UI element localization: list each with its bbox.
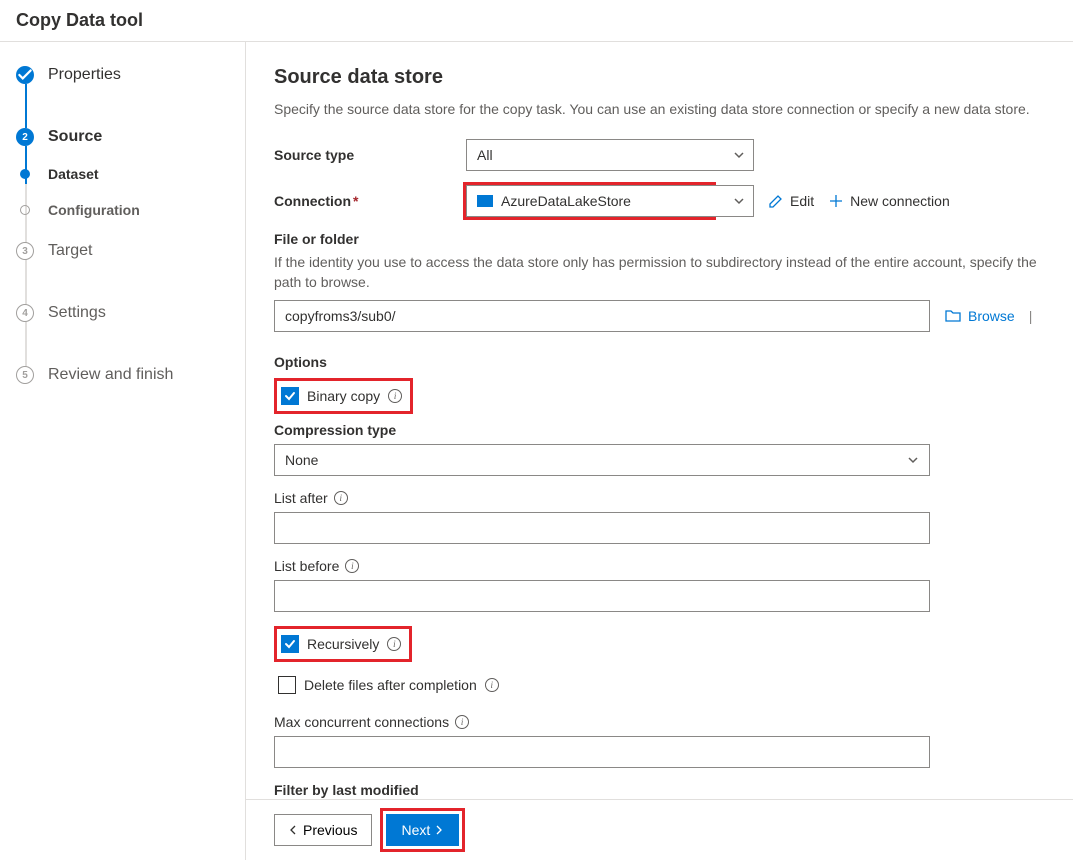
wizard-footer: Previous Next: [246, 799, 1073, 860]
dot-icon: [20, 169, 30, 179]
compression-type-group: Compression type None: [274, 422, 1045, 476]
main-panel: Source data store Specify the source dat…: [246, 42, 1073, 799]
recursively-checkbox[interactable]: [281, 635, 299, 653]
max-conn-input[interactable]: [274, 736, 930, 768]
max-conn-label: Max concurrent connections i: [274, 714, 1045, 730]
check-icon: [284, 390, 296, 402]
step-settings[interactable]: 4 Settings: [16, 304, 229, 322]
filter-group: Filter by last modified Start time (UTC)…: [274, 782, 1045, 799]
step-label: Source: [48, 128, 102, 146]
previous-button[interactable]: Previous: [274, 814, 372, 846]
section-description: Specify the source data store for the co…: [274, 101, 1045, 117]
folder-icon: [944, 307, 962, 325]
options-label: Options: [274, 354, 1045, 370]
connection-select[interactable]: AzureDataLakeStore: [466, 185, 754, 217]
substep-label: Configuration: [48, 202, 140, 218]
info-icon[interactable]: i: [455, 715, 469, 729]
file-or-folder-label: File or folder: [274, 231, 1045, 247]
source-type-row: Source type All: [274, 139, 1045, 171]
wizard-sidebar: Properties 2 Source Dataset Configuratio…: [0, 42, 246, 860]
chevron-left-icon: [289, 825, 299, 835]
delete-after-checkbox-row: Delete files after completion i: [274, 670, 507, 700]
step-number-icon: 3: [16, 242, 34, 260]
recursively-label: Recursively: [307, 636, 379, 652]
substep-label: Dataset: [48, 166, 99, 182]
source-type-label: Source type: [274, 147, 466, 163]
step-source[interactable]: 2 Source: [16, 128, 229, 146]
new-connection-button[interactable]: New connection: [828, 193, 950, 209]
source-type-select[interactable]: All: [466, 139, 754, 171]
step-properties[interactable]: Properties: [16, 66, 229, 84]
file-or-folder-help: If the identity you use to access the da…: [274, 253, 1045, 292]
info-icon[interactable]: i: [388, 389, 402, 403]
file-or-folder-group: File or folder If the identity you use t…: [274, 231, 1045, 332]
connection-label: Connection*: [274, 193, 466, 209]
step-label: Review and finish: [48, 366, 173, 384]
datalake-icon: [477, 195, 493, 207]
step-review[interactable]: 5 Review and finish: [16, 366, 229, 384]
info-icon[interactable]: i: [345, 559, 359, 573]
select-value: All: [477, 147, 493, 163]
connection-row: Connection* AzureDataLakeStore Edit New …: [274, 185, 1045, 217]
list-after-input[interactable]: [274, 512, 930, 544]
edit-connection-button[interactable]: Edit: [768, 193, 814, 209]
pencil-icon: [768, 193, 784, 209]
info-icon[interactable]: i: [334, 491, 348, 505]
info-icon[interactable]: i: [387, 637, 401, 651]
page-header: Copy Data tool: [0, 0, 1073, 42]
check-icon: [16, 66, 34, 84]
browse-button[interactable]: Browse: [944, 307, 1015, 325]
step-target[interactable]: 3 Target: [16, 242, 229, 260]
chevron-down-icon: [733, 195, 745, 207]
substep-dataset[interactable]: Dataset: [16, 166, 229, 182]
list-after-group: List after i: [274, 490, 1045, 544]
list-before-input[interactable]: [274, 580, 930, 612]
binary-copy-label: Binary copy: [307, 388, 380, 404]
binary-copy-checkbox-row: Binary copy i: [274, 378, 413, 414]
step-number-icon: 2: [16, 128, 34, 146]
chevron-right-icon: [434, 825, 444, 835]
next-button[interactable]: Next: [386, 814, 459, 846]
select-value: None: [285, 452, 318, 468]
chevron-down-icon: [733, 149, 745, 161]
substep-configuration[interactable]: Configuration: [16, 202, 229, 218]
options-block: Options Binary copy i: [274, 354, 1045, 414]
dot-icon: [20, 205, 30, 215]
max-conn-group: Max concurrent connections i: [274, 714, 1045, 768]
step-label: Properties: [48, 66, 121, 84]
page-title: Copy Data tool: [16, 10, 1057, 31]
step-number-icon: 5: [16, 366, 34, 384]
plus-icon: [828, 193, 844, 209]
delete-after-checkbox[interactable]: [278, 676, 296, 694]
compression-type-select[interactable]: None: [274, 444, 930, 476]
step-label: Target: [48, 242, 92, 260]
check-icon: [284, 638, 296, 650]
step-number-icon: 4: [16, 304, 34, 322]
list-before-group: List before i: [274, 558, 1045, 612]
binary-copy-checkbox[interactable]: [281, 387, 299, 405]
info-icon[interactable]: i: [485, 678, 499, 692]
delete-after-label: Delete files after completion: [304, 677, 477, 693]
compression-type-label: Compression type: [274, 422, 1045, 438]
chevron-down-icon: [907, 454, 919, 466]
recursively-checkbox-row: Recursively i: [274, 626, 412, 662]
separator: |: [1029, 308, 1033, 324]
path-input[interactable]: [274, 300, 930, 332]
select-value: AzureDataLakeStore: [501, 193, 631, 209]
content-area: Properties 2 Source Dataset Configuratio…: [0, 42, 1073, 860]
list-after-label: List after i: [274, 490, 1045, 506]
section-title: Source data store: [274, 66, 1045, 89]
filter-label: Filter by last modified: [274, 782, 1045, 798]
step-label: Settings: [48, 304, 106, 322]
list-before-label: List before i: [274, 558, 1045, 574]
